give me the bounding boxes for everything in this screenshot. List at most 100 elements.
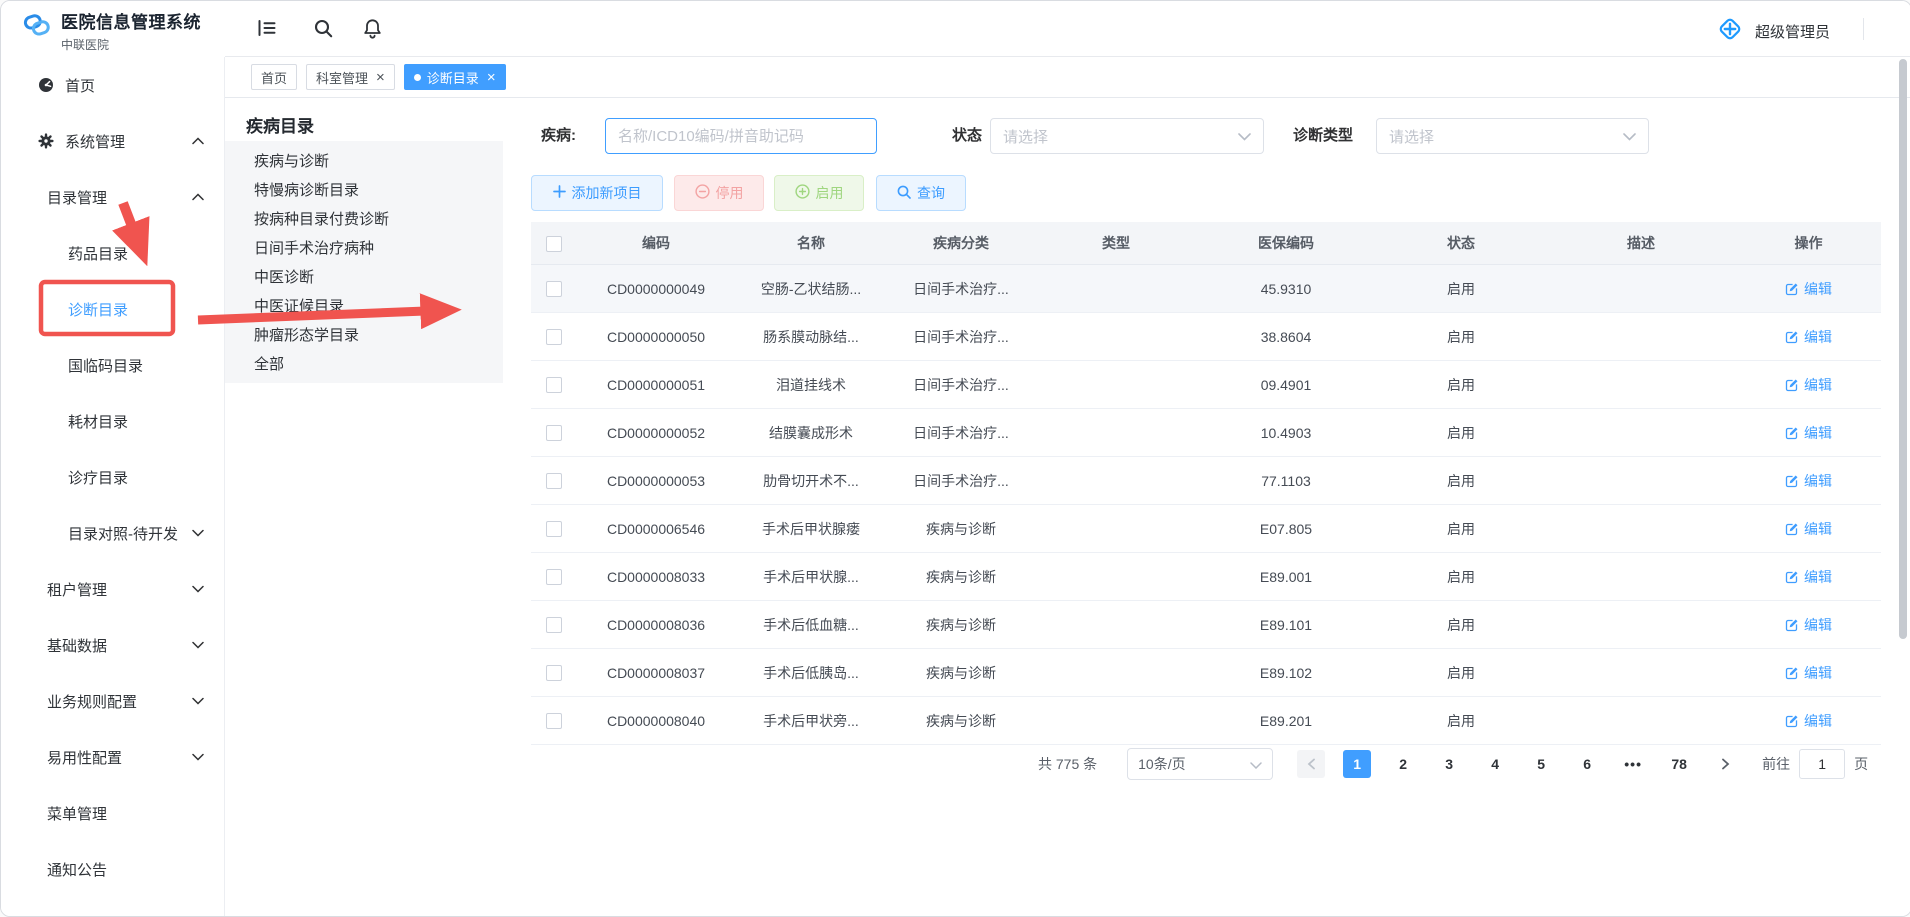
- page-number[interactable]: 5: [1527, 750, 1555, 778]
- cell-category: 疾病与诊断: [886, 649, 1036, 697]
- page-number[interactable]: 78: [1665, 750, 1693, 778]
- page-size-select[interactable]: 10条/页: [1127, 748, 1273, 780]
- disease-search-input[interactable]: [605, 118, 877, 154]
- query-button[interactable]: 查询: [876, 175, 966, 211]
- row-checkbox[interactable]: [546, 569, 562, 585]
- row-checkbox[interactable]: [546, 521, 562, 537]
- status-select[interactable]: 请选择: [990, 118, 1264, 154]
- page-number[interactable]: 3: [1435, 750, 1463, 778]
- sidebar-item[interactable]: 首页: [1, 57, 224, 113]
- disease-catalog-item[interactable]: 肿瘤形态学目录: [225, 320, 503, 349]
- checkbox-cell: [531, 457, 576, 505]
- enable-button[interactable]: 启用: [774, 175, 864, 211]
- tab-item[interactable]: 科室管理×: [306, 64, 395, 90]
- user-menu[interactable]: 超级管理员: [1715, 14, 1830, 49]
- sidebar-item-label: 通知公告: [47, 859, 107, 880]
- sidebar-item[interactable]: 目录管理: [1, 169, 224, 225]
- disease-catalog-item[interactable]: 中医诊断: [225, 262, 503, 291]
- app-window: 医院信息管理系统 中联医院 超级管理员 首页系统管理目录管理药品目录诊断目录国临…: [0, 0, 1910, 917]
- sidebar-item[interactable]: 业务规则配置: [1, 673, 224, 729]
- goto-page-input[interactable]: [1799, 749, 1845, 779]
- column-header: 操作: [1736, 222, 1881, 265]
- disease-catalog-item[interactable]: 按病种目录付费诊断: [225, 204, 503, 233]
- sidebar-item[interactable]: 国临码目录: [1, 337, 224, 393]
- edit-button[interactable]: 编辑: [1785, 519, 1832, 539]
- sidebar-item[interactable]: 系统管理: [1, 113, 224, 169]
- row-checkbox[interactable]: [546, 377, 562, 393]
- checkbox-cell: [531, 361, 576, 409]
- sidebar-item[interactable]: 基础数据: [1, 617, 224, 673]
- sidebar-item[interactable]: 耗材目录: [1, 393, 224, 449]
- edit-button[interactable]: 编辑: [1785, 327, 1832, 347]
- cell-category: 日间手术治疗...: [886, 457, 1036, 505]
- cell-status: 启用: [1376, 409, 1546, 457]
- sidebar-item[interactable]: 易用性配置: [1, 729, 224, 785]
- menu-fold-icon[interactable]: [257, 19, 277, 37]
- sidebar-item[interactable]: 通知公告: [1, 841, 224, 897]
- edit-button[interactable]: 编辑: [1785, 711, 1832, 731]
- checkbox-cell: [531, 601, 576, 649]
- cell-code: CD0000000053: [576, 457, 736, 505]
- edit-button[interactable]: 编辑: [1785, 375, 1832, 395]
- row-checkbox[interactable]: [546, 425, 562, 441]
- table-body: CD0000000049空肠-乙状结肠...日间手术治疗...45.9310启用…: [531, 265, 1881, 745]
- row-checkbox[interactable]: [546, 281, 562, 297]
- circle-minus-icon: [695, 184, 710, 202]
- add-item-button[interactable]: 添加新项目: [531, 175, 663, 211]
- edit-button[interactable]: 编辑: [1785, 615, 1832, 635]
- page-number[interactable]: 2: [1389, 750, 1417, 778]
- more-pages-button[interactable]: •••: [1619, 750, 1647, 778]
- active-tab-dot: [414, 74, 421, 81]
- checkbox-cell: [531, 649, 576, 697]
- cell-desc: [1546, 313, 1736, 361]
- tab-item[interactable]: 诊断目录×: [404, 64, 506, 90]
- sidebar-item[interactable]: 药品目录: [1, 225, 224, 281]
- next-page-button[interactable]: [1711, 750, 1739, 778]
- row-checkbox[interactable]: [546, 617, 562, 633]
- diagnosis-type-select[interactable]: 请选择: [1376, 118, 1649, 154]
- page-number[interactable]: 6: [1573, 750, 1601, 778]
- tab-item[interactable]: 首页: [251, 64, 297, 90]
- edit-button[interactable]: 编辑: [1785, 567, 1832, 587]
- disease-catalog-item[interactable]: 特慢病诊断目录: [225, 175, 503, 204]
- tab-close-icon[interactable]: ×: [376, 70, 385, 85]
- edit-button[interactable]: 编辑: [1785, 423, 1832, 443]
- chevron-down-icon: [192, 586, 204, 593]
- chevron-down-icon: [192, 754, 204, 761]
- sidebar-item[interactable]: 目录对照-待开发: [1, 505, 224, 561]
- edit-button[interactable]: 编辑: [1785, 279, 1832, 299]
- search-icon[interactable]: [313, 18, 334, 39]
- bell-icon[interactable]: [363, 18, 382, 39]
- edit-button[interactable]: 编辑: [1785, 471, 1832, 491]
- row-checkbox[interactable]: [546, 473, 562, 489]
- edit-label: 编辑: [1804, 471, 1832, 491]
- select-all-checkbox[interactable]: [546, 236, 562, 252]
- search-icon: [897, 185, 911, 202]
- page-number[interactable]: 4: [1481, 750, 1509, 778]
- disease-catalog-item[interactable]: 日间手术治疗病种: [225, 233, 503, 262]
- edit-label: 编辑: [1804, 519, 1832, 539]
- disease-catalog-item[interactable]: 中医证候目录: [225, 291, 503, 320]
- edit-button[interactable]: 编辑: [1785, 663, 1832, 683]
- cell-category: 疾病与诊断: [886, 601, 1036, 649]
- sidebar-item-label: 基础数据: [47, 635, 107, 656]
- edit-icon: [1785, 522, 1799, 536]
- sidebar-item[interactable]: 菜单管理: [1, 785, 224, 841]
- disable-button[interactable]: 停用: [674, 175, 764, 211]
- row-checkbox[interactable]: [546, 665, 562, 681]
- cell-category: 日间手术治疗...: [886, 409, 1036, 457]
- row-checkbox[interactable]: [546, 329, 562, 345]
- disease-catalog-item[interactable]: 全部: [225, 349, 503, 378]
- disease-catalog-item[interactable]: 疾病与诊断: [225, 146, 503, 175]
- sidebar-item[interactable]: 诊疗目录: [1, 449, 224, 505]
- cell-type: [1036, 409, 1196, 457]
- sidebar-item[interactable]: 诊断目录: [1, 281, 224, 337]
- chevron-down-icon: [192, 530, 204, 537]
- cell-status: 启用: [1376, 505, 1546, 553]
- scrollbar-thumb[interactable]: [1899, 59, 1907, 639]
- prev-page-button[interactable]: [1297, 750, 1325, 778]
- page-number[interactable]: 1: [1343, 750, 1371, 778]
- tab-close-icon[interactable]: ×: [487, 70, 496, 85]
- row-checkbox[interactable]: [546, 713, 562, 729]
- sidebar-item[interactable]: 租户管理: [1, 561, 224, 617]
